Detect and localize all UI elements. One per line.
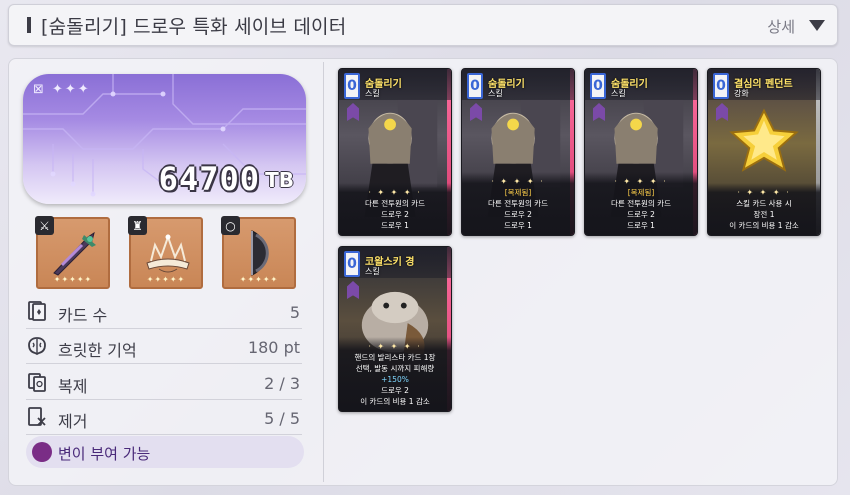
mutation-label: 변이 부여 가능 bbox=[58, 445, 151, 463]
stat-value: 5 / 5 bbox=[264, 409, 300, 428]
stat-value: 2 / 3 bbox=[264, 374, 300, 393]
card-desc-line: +150% bbox=[381, 375, 409, 384]
card-desc-line: 드로우 1 bbox=[627, 221, 655, 230]
equipment-stars: ✦✦✦✦✦ bbox=[239, 275, 279, 284]
duplicate-icon bbox=[28, 373, 46, 392]
equipment-stars: ✦✦✦✦✦ bbox=[146, 275, 186, 284]
card-stars-icon: · ✦ ✦ ✦ · bbox=[368, 188, 422, 197]
card-4[interactable]: 0 결심의 펜던트 강화 · ✦ ✦ ✦ · 스킬 카드 사용 시 장전 1이 카… bbox=[707, 68, 821, 236]
card-5[interactable]: 0 코왈스키 경 스킬 · ✦ ✦ ✦ · 핸드의 발리스타 카드 1장 선택, … bbox=[338, 246, 452, 412]
stat-card-count: 카드 수 5 bbox=[26, 295, 302, 329]
stat-remove: 제거 5 / 5 bbox=[26, 401, 302, 435]
card-type: 스킬 bbox=[365, 267, 380, 276]
card-desc-line: 이 카드의 비용 1 감소 bbox=[729, 221, 799, 230]
card-count-icon bbox=[28, 301, 46, 321]
currency-card: ⊠ ✦✦✦ 64700 TB bbox=[23, 74, 306, 204]
card-desc-line: 다른 전투원의 카드 bbox=[365, 199, 425, 208]
card-desc-line: 드로우 2 bbox=[381, 210, 409, 219]
stat-value: 180 pt bbox=[247, 338, 300, 357]
stat-label: 제거 bbox=[58, 412, 88, 431]
stat-value: 5 bbox=[289, 303, 300, 322]
mutation-icon bbox=[32, 442, 52, 462]
brain-icon bbox=[28, 337, 46, 356]
card-desc-line: 이 카드의 비용 1 감소 bbox=[360, 397, 430, 406]
card-desc-line: 드로우 2 bbox=[627, 210, 655, 219]
card-description: · ✦ ✦ ✦ · 다른 전투원의 카드드로우 2 드로우 1 bbox=[339, 183, 451, 235]
header-accent-bar bbox=[27, 17, 31, 33]
mutation-available-badge: 변이 부여 가능 bbox=[26, 436, 304, 468]
card-desc-line: 핸드의 발리스타 카드 1장 bbox=[354, 353, 436, 362]
card-cost: 0 bbox=[713, 73, 729, 99]
card-stars-icon: · ✦ ✦ ✦ · bbox=[491, 177, 545, 186]
detail-label[interactable]: 상세 bbox=[767, 16, 795, 37]
card-desc-line: 다른 전투원의 카드 bbox=[488, 199, 548, 208]
card-stars-icon: · ✦ ✦ ✦ · bbox=[614, 177, 668, 186]
stat-label: 복제 bbox=[58, 377, 88, 396]
card-desc-line: 드로우 1 bbox=[381, 221, 409, 230]
dropdown-arrow-icon[interactable] bbox=[809, 20, 825, 31]
card-desc-line: 드로우 2 bbox=[504, 210, 532, 219]
equipment-slot-weapon[interactable]: ⚔ ✦✦✦✦✦ bbox=[35, 216, 110, 289]
equipment-stars: ✦✦✦✦✦ bbox=[53, 275, 93, 284]
crown-icon bbox=[146, 233, 190, 273]
card-desc-line: 스킬 카드 사용 시 bbox=[736, 199, 792, 208]
card-1[interactable]: 0 숨돌리기 스킬 · ✦ ✦ ✦ · 다른 전투원의 카드 드로우 2 드로우 1 bbox=[338, 68, 452, 236]
save-data-header[interactable]: [숨돌리기] 드로우 특화 세이브 데이터 상세 bbox=[8, 4, 838, 46]
card-stars-icon: · ✦ ✦ ✦ · bbox=[737, 188, 791, 197]
card-type: 스킬 bbox=[365, 89, 380, 98]
card-desc-line: 장전 1 bbox=[753, 210, 775, 219]
currency-unit: TB bbox=[265, 168, 294, 192]
equipment-slot-ring[interactable]: ○ ✦✦✦✦✦ bbox=[221, 216, 296, 289]
card-tag: [복제됨] bbox=[627, 188, 655, 197]
card-description: · ✦ ✦ ✦ · [복제됨] 다른 전투원의 카드드로우 2 드로우 1 bbox=[585, 172, 697, 235]
card-2[interactable]: 0 숨돌리기 스킬 · ✦ ✦ ✦ · [복제됨] 다른 전투원의 카드 드로우 … bbox=[461, 68, 575, 236]
card-type: 스킬 bbox=[488, 89, 503, 98]
card-description: · ✦ ✦ ✦ · 핸드의 발리스타 카드 1장선택, 발동 시까지 피해량 +1… bbox=[339, 337, 451, 411]
stat-faint-memory: 흐릿한 기억 180 pt bbox=[26, 330, 302, 364]
card-description: · ✦ ✦ ✦ · 스킬 카드 사용 시장전 1 이 카드의 비용 1 감소 bbox=[708, 183, 820, 235]
card-cost: 0 bbox=[590, 73, 606, 99]
card-cost: 0 bbox=[344, 251, 360, 277]
card-3[interactable]: 0 숨돌리기 스킬 · ✦ ✦ ✦ · [복제됨] 다른 전투원의 카드 드로우 … bbox=[584, 68, 698, 236]
stat-label: 카드 수 bbox=[58, 306, 108, 325]
card-type: 강화 bbox=[734, 89, 749, 98]
currency-logo-icon: ⊠ ✦✦✦ bbox=[33, 82, 91, 97]
page-title: [숨돌리기] 드로우 특화 세이브 데이터 bbox=[41, 15, 347, 38]
card-cost: 0 bbox=[344, 73, 360, 99]
card-description: · ✦ ✦ ✦ · [복제됨] 다른 전투원의 카드드로우 2 드로우 1 bbox=[462, 172, 574, 235]
card-stars-icon: · ✦ ✦ ✦ · bbox=[368, 342, 422, 351]
card-type: 스킬 bbox=[611, 89, 626, 98]
dagger-icon bbox=[53, 231, 96, 276]
shield-icon bbox=[251, 230, 269, 276]
panel-divider bbox=[323, 62, 324, 482]
stat-label: 흐릿한 기억 bbox=[58, 341, 137, 360]
stat-duplicate: 복제 2 / 3 bbox=[26, 366, 302, 400]
equipment-slot-armor[interactable]: ♜ ✦✦✦✦✦ bbox=[128, 216, 203, 289]
currency-amount: 64700 bbox=[158, 160, 260, 198]
card-desc-line: 다른 전투원의 카드 bbox=[611, 199, 671, 208]
card-tag: [복제됨] bbox=[504, 188, 532, 197]
card-desc-line: 드로우 2 bbox=[381, 386, 409, 395]
card-desc-line: 선택, 발동 시까지 피해량 bbox=[355, 364, 435, 373]
remove-card-icon bbox=[28, 407, 46, 426]
card-cost: 0 bbox=[467, 73, 483, 99]
card-desc-line: 드로우 1 bbox=[504, 221, 532, 230]
